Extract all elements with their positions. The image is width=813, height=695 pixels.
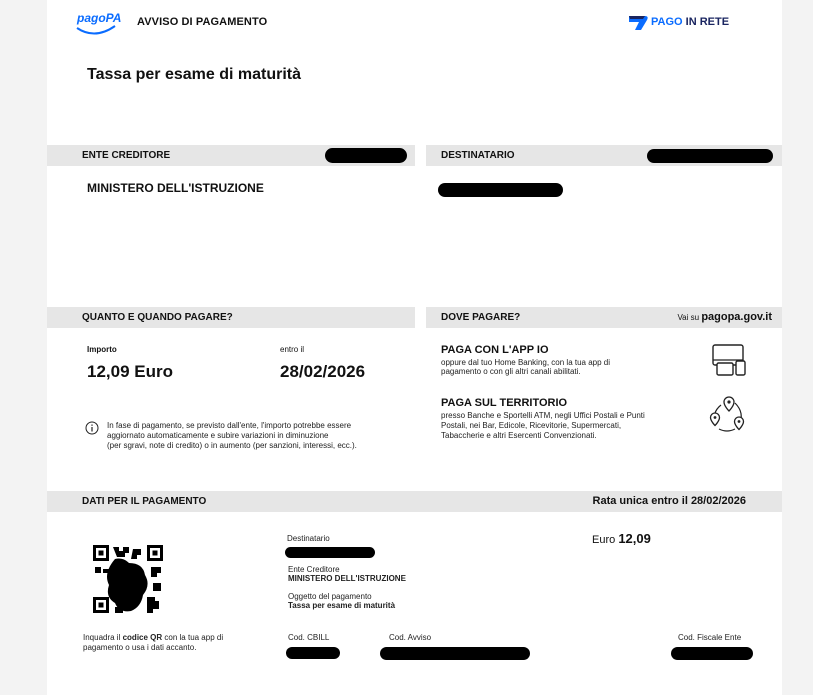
payment-currency: Euro xyxy=(592,534,616,546)
qr-code-icon xyxy=(93,545,163,613)
when-section-bar: QUANTO E QUANDO PAGARE? xyxy=(47,307,415,328)
devices-icon xyxy=(712,344,746,376)
pago-brand-part: PAGO xyxy=(651,16,683,28)
redacted-notice-code xyxy=(380,647,530,660)
cbill-label: Cod. CBILL xyxy=(288,633,330,642)
app-io-description: oppure dal tuo Home Banking, con la tua … xyxy=(441,358,610,376)
info-icon xyxy=(85,421,99,435)
payment-recipient-label: Destinatario xyxy=(287,534,330,543)
page-title: Tassa per esame di maturità xyxy=(87,66,302,83)
redacted-recipient-name xyxy=(438,183,563,197)
redacted-recipient-code xyxy=(647,149,773,163)
installment-type: Rata unica xyxy=(592,495,649,507)
pago-in-rete-logo-icon xyxy=(629,16,648,30)
redacted-creditor-tax-code xyxy=(671,647,753,660)
amount-label: Importo xyxy=(87,345,117,354)
document-title: AVVISO DI PAGAMENTO xyxy=(137,16,268,28)
pagopa-link-prefix: Vai su xyxy=(677,313,702,322)
amount-change-note: In fase di pagamento, se previsto dall'e… xyxy=(107,421,357,451)
svg-text:pagoPA: pagoPA xyxy=(76,11,121,25)
note-line-3: (per sgravi, note di credito) o in aumen… xyxy=(107,441,357,450)
territory-line-1: presso Banche e Sportelli ATM, negli Uff… xyxy=(441,411,645,420)
payment-creditor-label: Ente Creditore xyxy=(288,565,340,574)
qr-text-a: Inquadra il xyxy=(83,633,123,642)
pagopa-logo-icon: pagoPA xyxy=(76,11,121,35)
redacted-creditor-code xyxy=(325,148,407,163)
payment-notice-page: pagoPA AVVISO DI PAGAMENTO PAGO IN RETE … xyxy=(47,0,782,695)
due-date: 28/02/2026 xyxy=(280,362,366,381)
payment-amount: Euro 12,09 xyxy=(592,531,651,546)
qr-instructions: Inquadra il codice QR con la tua app di … xyxy=(83,633,223,653)
territory-description: presso Banche e Sportelli ATM, negli Uff… xyxy=(441,411,645,441)
notice-code-label: Cod. Avviso xyxy=(389,633,432,642)
pago-in-rete-brand: PAGO IN RETE xyxy=(651,16,729,28)
qr-instructions-line-1: Inquadra il codice QR con la tua app di xyxy=(83,633,223,643)
where-section-bar: DOVE PAGARE? Vai su pagopa.gov.it xyxy=(426,307,782,328)
qr-text-b: codice QR xyxy=(122,633,163,642)
due-label: entro il xyxy=(280,345,305,354)
payment-data-section-bar: DATI PER IL PAGAMENTO Rata unica entro i… xyxy=(47,491,782,512)
where-bar-label: DOVE PAGARE? xyxy=(441,312,521,323)
installment-info: Rata unica entro il 28/02/2026 xyxy=(593,491,746,512)
qr-text-c: con la tua app di xyxy=(162,633,224,642)
recipient-bar-label: DESTINATARIO xyxy=(441,150,515,161)
in-rete-brand-part: IN RETE xyxy=(682,16,730,28)
redacted-payment-recipient xyxy=(285,547,375,558)
amount-value: 12,09 Euro xyxy=(87,362,173,381)
qr-instructions-line-2: pagamento o usa i dati accanto. xyxy=(83,643,197,652)
creditor-tax-code-label: Cod. Fiscale Ente xyxy=(678,633,742,642)
pagopa-link-text: pagopa.gov.it xyxy=(701,311,772,323)
app-io-line-2: pagamento o con gli altri canali abilita… xyxy=(441,367,581,376)
right-margin xyxy=(782,0,813,695)
left-margin xyxy=(0,0,47,695)
territory-line-3: Tabaccherie e altri Esercenti Convenzion… xyxy=(441,431,597,440)
app-io-title: PAGA CON L'APP IO xyxy=(441,344,549,356)
creditor-name: MINISTERO DELL'ISTRUZIONE xyxy=(87,181,264,195)
map-locations-icon xyxy=(709,396,745,432)
payment-creditor-value: MINISTERO DELL'ISTRUZIONE xyxy=(288,574,406,583)
pagopa-website-link[interactable]: Vai su pagopa.gov.it xyxy=(677,307,772,328)
territory-title: PAGA SUL TERRITORIO xyxy=(441,397,568,409)
note-line-1: In fase di pagamento, se previsto dall'e… xyxy=(107,421,352,430)
when-bar-label: QUANTO E QUANDO PAGARE? xyxy=(82,312,233,323)
creditor-bar-label: ENTE CREDITORE xyxy=(82,150,171,161)
payment-data-bar-label: DATI PER IL PAGAMENTO xyxy=(82,496,207,507)
payment-subject-value: Tassa per esame di maturità xyxy=(288,601,396,610)
payment-amount-value: 12,09 xyxy=(618,531,651,546)
app-io-line-1: oppure dal tuo Home Banking, con la tua … xyxy=(441,358,611,367)
installment-due: entro il 28/02/2026 xyxy=(651,495,746,507)
redacted-cbill-code xyxy=(286,647,340,659)
note-line-2: aggiornato automaticamente e subire vari… xyxy=(107,431,329,440)
territory-line-2: Postali, nei Bar, Edicole, Ricevitorie, … xyxy=(441,421,622,430)
payment-subject-label: Oggetto del pagamento xyxy=(288,592,372,601)
